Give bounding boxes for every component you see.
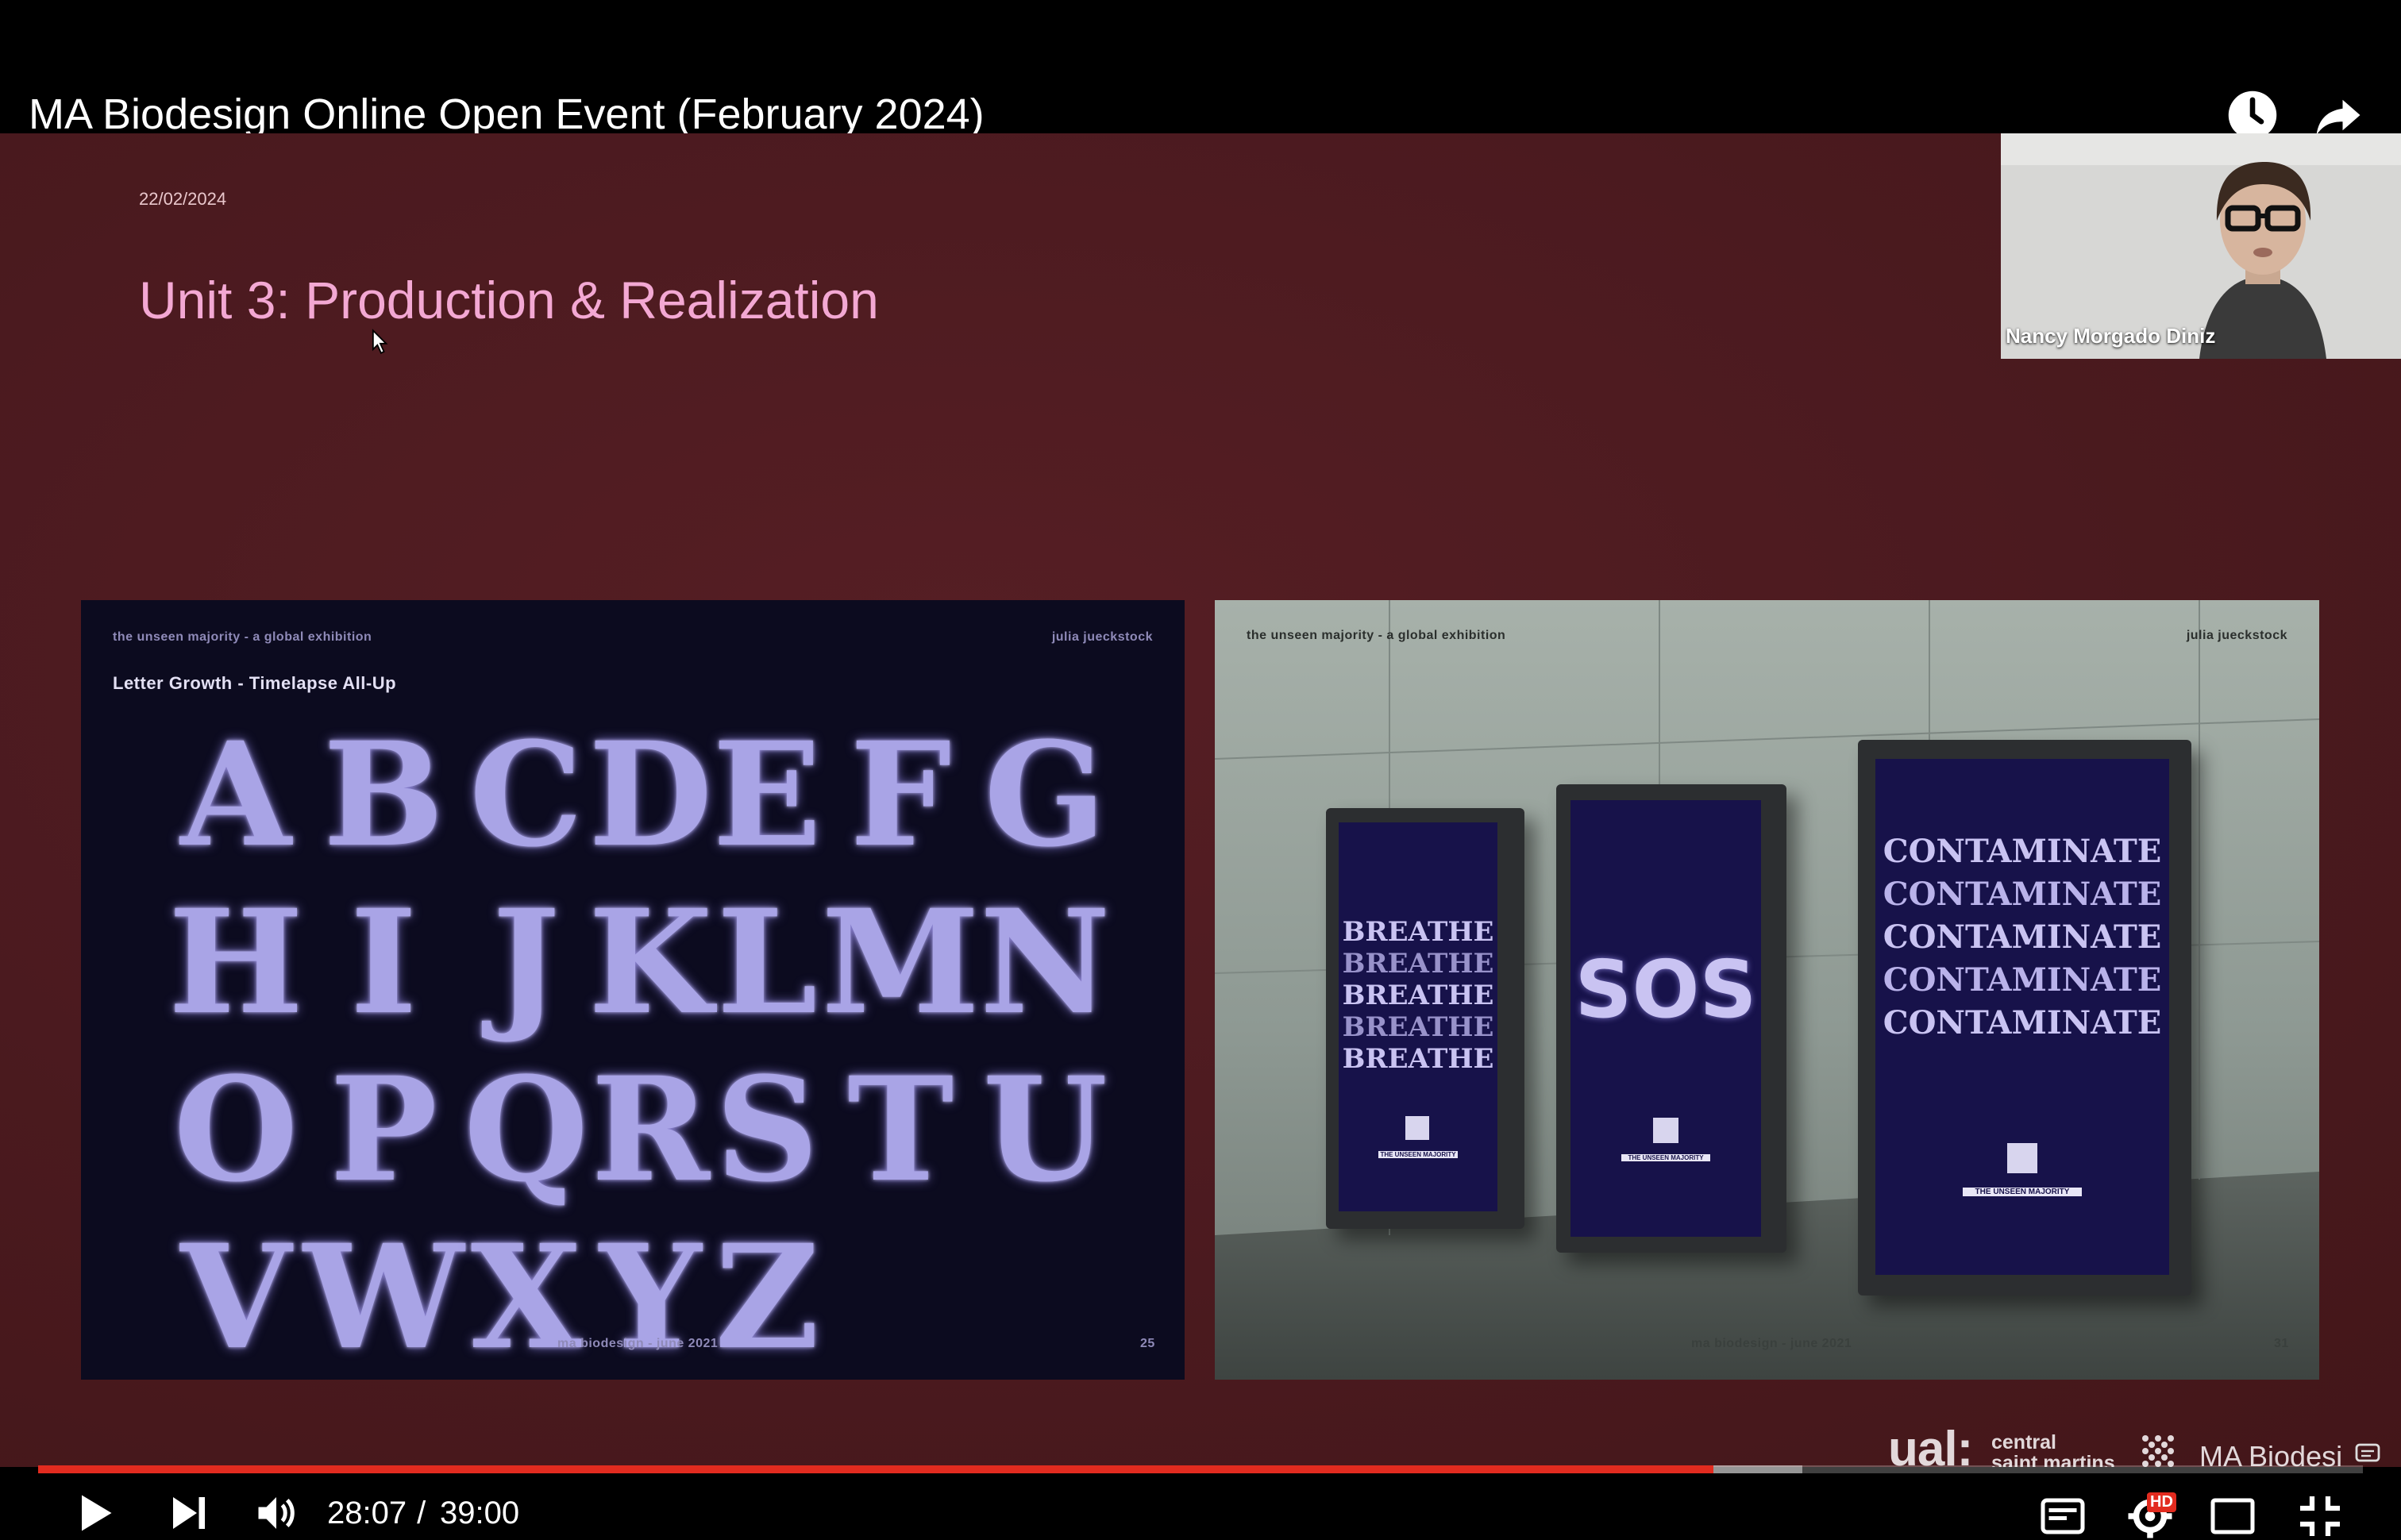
letter: K xyxy=(588,879,713,1046)
progress-played[interactable] xyxy=(38,1465,1713,1473)
biodesign-dots-logo-icon xyxy=(2142,1435,2174,1467)
poster-word: CONTAMINATE xyxy=(1883,833,2162,870)
panel-heading: Letter Growth - Timelapse All-Up xyxy=(113,673,397,693)
poster-word: CONTAMINATE xyxy=(1883,1004,2162,1041)
mouse-cursor-icon xyxy=(372,329,388,354)
letter-growth-panel: the unseen majority - a global exhibitio… xyxy=(81,600,1185,1380)
letter: V xyxy=(180,1214,291,1380)
poster-contaminate: CONTAMINATE CONTAMINATE CONTAMINATE CONT… xyxy=(1875,759,2169,1275)
panel-footer: ma biodesign - june 2021 xyxy=(557,1337,719,1350)
letter: J xyxy=(492,879,561,1046)
letter: M xyxy=(821,879,980,1046)
letter: G xyxy=(984,711,1107,879)
exhibition-mockup-panel: BREATHE BREATHE BREATHE BREATHE BREATHE … xyxy=(1215,600,2319,1380)
hd-badge: HD xyxy=(2147,1492,2176,1512)
play-icon[interactable] xyxy=(70,1489,118,1537)
slide-title: Unit 3: Production & Realization xyxy=(139,271,879,329)
poster-word: BREATHE xyxy=(1342,1011,1494,1043)
poster-word: SOS xyxy=(1574,943,1757,1036)
volume-icon[interactable] xyxy=(252,1489,300,1537)
letter: H xyxy=(168,879,304,1046)
time-current: 28:07 xyxy=(327,1496,407,1530)
exit-fullscreen-icon[interactable] xyxy=(2296,1492,2344,1540)
panel-caption-left: the unseen majority - a global exhibitio… xyxy=(113,630,372,644)
panel-caption-right: julia jueckstock xyxy=(2186,629,2287,642)
letter: U xyxy=(982,1046,1108,1214)
poster-word: CONTAMINATE xyxy=(1883,918,2162,956)
poster-word: CONTAMINATE xyxy=(1883,876,2162,913)
poster-tag: THE UNSEEN MAJORITY xyxy=(1963,1188,2082,1196)
alphabet-grid: A B C D E F G H I J K L M N O P Q R S T … xyxy=(168,711,1110,1380)
poster-word: CONTAMINATE xyxy=(1883,961,2162,999)
letter: L xyxy=(716,879,818,1046)
slide-date: 22/02/2024 xyxy=(139,189,227,209)
panel-page-number: 31 xyxy=(2274,1337,2289,1350)
speaker-name-label: Nancy Morgado Diniz xyxy=(2006,324,2216,348)
letter: N xyxy=(979,879,1111,1046)
letter: R xyxy=(591,1046,711,1214)
letter: F xyxy=(850,711,952,879)
poster-breathe: BREATHE BREATHE BREATHE BREATHE BREATHE … xyxy=(1339,822,1497,1211)
letter: P xyxy=(330,1046,437,1214)
next-icon[interactable] xyxy=(165,1489,213,1537)
panel-caption-left: the unseen majority - a global exhibitio… xyxy=(1247,629,1506,642)
poster-word: BREATHE xyxy=(1342,916,1494,948)
panel-caption-right: julia jueckstock xyxy=(1051,630,1153,644)
letter: Y xyxy=(599,1214,702,1380)
poster-tag: THE UNSEEN MAJORITY xyxy=(1378,1151,1458,1158)
chapters-icon[interactable] xyxy=(2039,1492,2087,1540)
poster-word: BREATHE xyxy=(1342,980,1494,1011)
panel-footer: ma biodesign - june 2021 xyxy=(1691,1337,1852,1350)
qr-code-icon xyxy=(1405,1116,1429,1140)
letter: I xyxy=(350,879,418,1046)
letter: Z xyxy=(715,1214,819,1380)
letter: W xyxy=(303,1214,464,1380)
letter: T xyxy=(847,1046,954,1214)
time-total: 39:00 xyxy=(440,1496,520,1530)
poster-sos: SOS THE UNSEEN MAJORITY xyxy=(1570,800,1761,1237)
letter: O xyxy=(173,1046,299,1214)
poster-word: BREATHE xyxy=(1342,1043,1494,1075)
letter: B xyxy=(323,711,445,879)
letter: S xyxy=(715,1046,819,1214)
panel-page-number: 25 xyxy=(1140,1337,1155,1350)
poster-tag: THE UNSEEN MAJORITY xyxy=(1621,1154,1710,1161)
caption-overlay-icon[interactable] xyxy=(2355,1440,2380,1465)
letter: A xyxy=(180,711,291,879)
letter: D xyxy=(588,711,713,879)
qr-code-icon xyxy=(1653,1118,1678,1143)
poster-word: BREATHE xyxy=(1342,948,1494,980)
letter: X xyxy=(470,1214,582,1380)
letter: E xyxy=(712,711,822,879)
letter: C xyxy=(469,711,584,879)
letter: Q xyxy=(464,1046,589,1214)
qr-code-icon xyxy=(2007,1143,2037,1173)
time-separator: / xyxy=(408,1496,435,1530)
miniplayer-icon[interactable] xyxy=(2209,1492,2256,1540)
